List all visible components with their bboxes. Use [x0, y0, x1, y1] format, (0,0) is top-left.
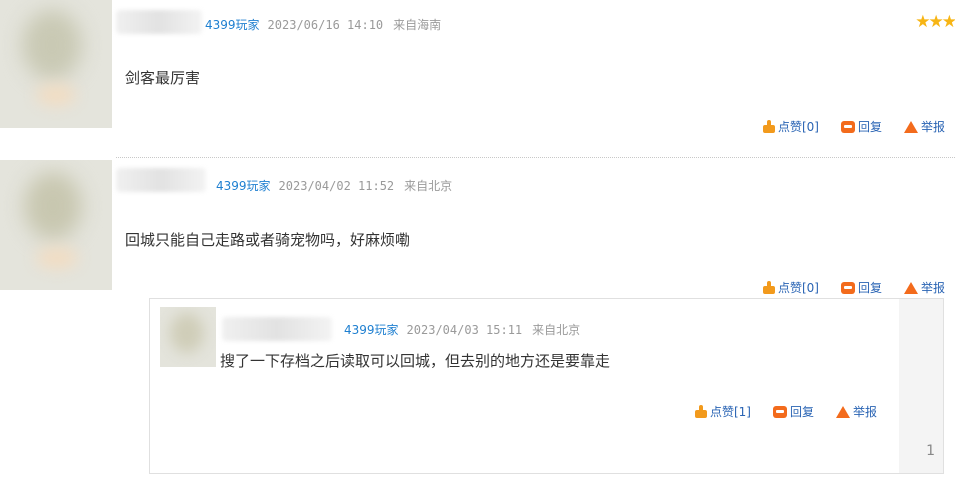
location: 来自北京 [404, 179, 453, 193]
like-button[interactable]: 点赞[1] [694, 403, 751, 420]
reply-meta: 4399玩家 2023/04/03 15:11 来自北京 [344, 321, 580, 338]
username-link[interactable]: 4399玩家 [216, 179, 271, 193]
thumb-up-icon [762, 281, 775, 294]
avatar[interactable] [0, 160, 112, 290]
comment-text: 剑客最厉害 [125, 69, 201, 87]
username-link[interactable]: 4399玩家 [344, 323, 399, 337]
report-icon [835, 405, 850, 418]
like-button[interactable]: 点赞[0] [762, 279, 819, 296]
report-button[interactable]: 举报 [903, 118, 945, 135]
reply-thread: 4399玩家 2023/04/03 15:11 来自北京 搜了一下存档之后读取可以回… [149, 298, 944, 474]
comment-meta: 4399玩家 2023/06/16 14:10 来自海南 [205, 16, 441, 33]
reply-button[interactable]: 回复 [840, 279, 882, 296]
comment-text: 回城只能自己走路或者骑宠物吗，好麻烦嘞 [125, 231, 411, 249]
like-button[interactable]: 点赞[0] [762, 118, 819, 135]
avatar[interactable] [0, 0, 112, 128]
timestamp: 2023/04/03 15:11 [406, 323, 523, 337]
reply-icon [840, 281, 855, 294]
report-icon [903, 281, 918, 294]
timestamp: 2023/04/02 11:52 [278, 179, 395, 193]
reply-icon [772, 405, 787, 418]
star-icon: ★★★ [915, 12, 955, 32]
thumb-up-icon [694, 405, 707, 418]
reply-button[interactable]: 回复 [840, 118, 882, 135]
rating-stars: ★★★ [915, 12, 955, 32]
username-blurred [222, 317, 332, 341]
reply-text: 搜了一下存档之后读取可以回城，但去别的地方还是要靠走 [220, 352, 611, 370]
comment-divider [116, 157, 955, 158]
username-blurred [116, 168, 206, 192]
reply-button[interactable]: 回复 [772, 403, 814, 420]
comment-actions: 点赞[0] 回复 举报 [762, 279, 945, 296]
thumb-up-icon [762, 120, 775, 133]
reply-floor-column [899, 299, 943, 473]
comment-actions: 点赞[0] 回复 举报 [762, 118, 945, 135]
username-blurred [116, 10, 202, 34]
reply-actions: 点赞[1] 回复 举报 [694, 403, 877, 420]
report-icon [903, 120, 918, 133]
avatar[interactable] [160, 307, 216, 367]
report-button[interactable]: 举报 [835, 403, 877, 420]
location: 来自海南 [393, 18, 442, 32]
floor-number: 1 [926, 443, 935, 459]
reply-icon [840, 120, 855, 133]
comment-meta: 4399玩家 2023/04/02 11:52 来自北京 [216, 177, 452, 194]
report-button[interactable]: 举报 [903, 279, 945, 296]
timestamp: 2023/06/16 14:10 [267, 18, 384, 32]
username-link[interactable]: 4399玩家 [205, 18, 260, 32]
location: 来自北京 [532, 323, 581, 337]
